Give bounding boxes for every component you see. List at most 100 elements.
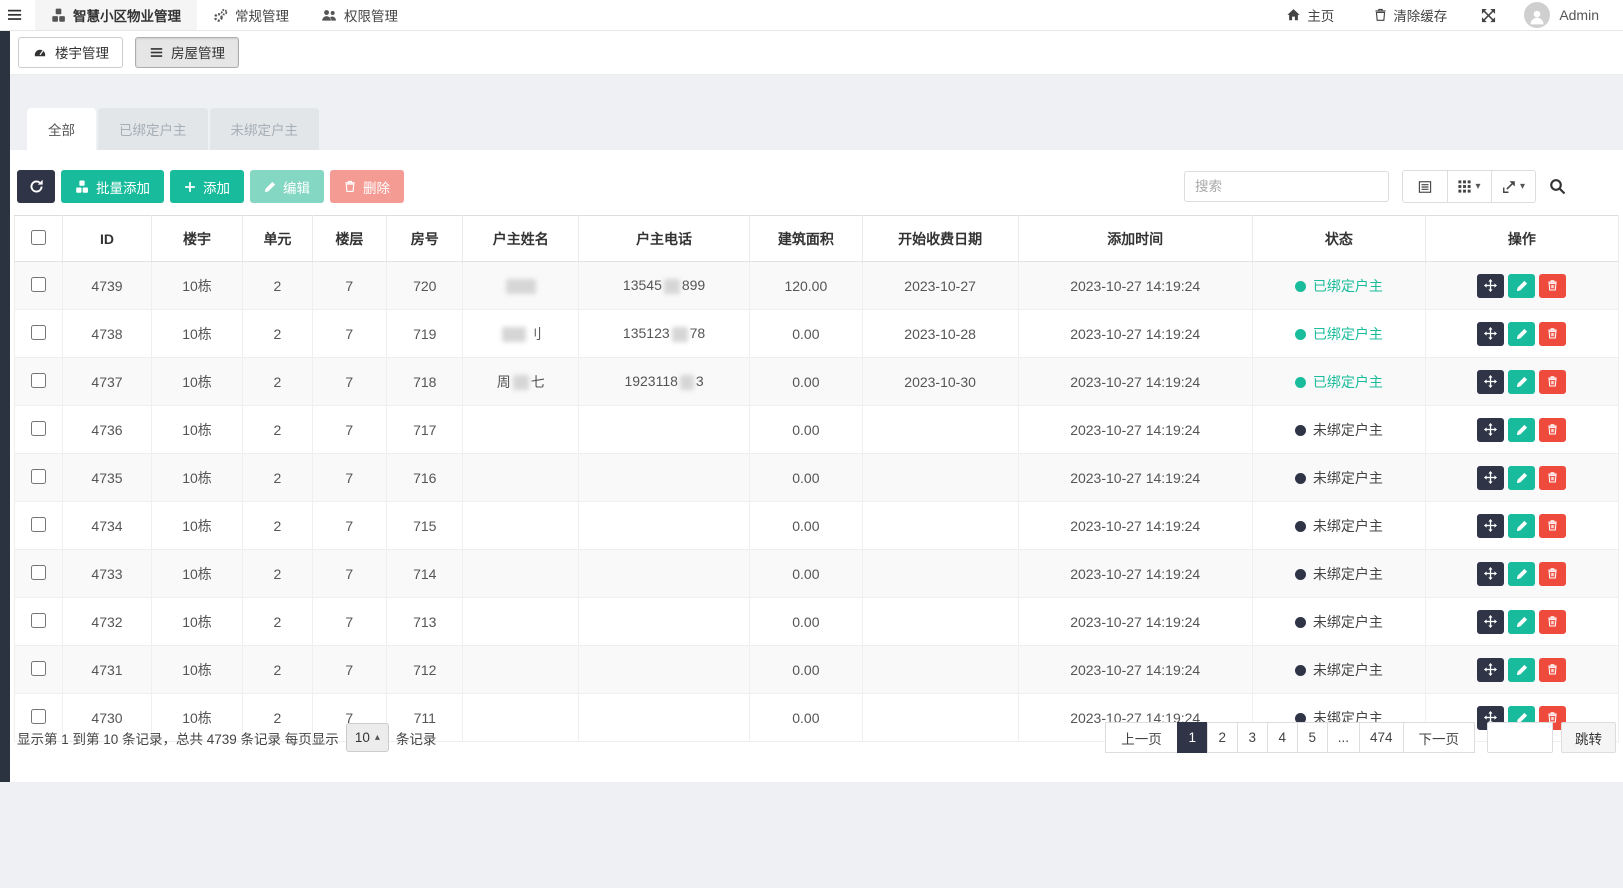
cell-unit: 2 (243, 358, 312, 406)
row-checkbox[interactable] (31, 373, 46, 388)
cell-actions (1425, 550, 1618, 598)
move-row-button[interactable] (1477, 274, 1504, 298)
cell-owner-phone: 13545899 (579, 262, 750, 310)
page-number-button[interactable]: 4 (1267, 722, 1298, 753)
move-row-button[interactable] (1477, 562, 1504, 586)
clear-cache-link[interactable]: 清除缓存 (1368, 4, 1453, 26)
cell-id: 4735 (63, 454, 151, 502)
cell-owner-name (463, 598, 579, 646)
search-input[interactable] (1184, 171, 1389, 202)
page-ellipsis-button[interactable]: ... (1327, 722, 1360, 753)
delete-row-button[interactable] (1539, 322, 1566, 346)
cell-floor: 7 (312, 358, 386, 406)
page-number-button[interactable]: 5 (1297, 722, 1328, 753)
table-row: 473610栋277170.002023-10-27 14:19:24未绑定户主 (15, 406, 1619, 454)
cell-added-time: 2023-10-27 14:19:24 (1018, 454, 1252, 502)
edit-row-button[interactable] (1508, 658, 1535, 682)
edit-row-button[interactable] (1508, 562, 1535, 586)
home-link[interactable]: 主页 (1280, 4, 1340, 26)
page-number-button[interactable]: 2 (1207, 722, 1238, 753)
detail-view-button[interactable] (1403, 171, 1447, 202)
batch-add-button[interactable]: 批量添加 (61, 170, 164, 203)
row-checkbox[interactable] (31, 421, 46, 436)
tab-bound-owner[interactable]: 已绑定户主 (98, 108, 208, 150)
column-header: 楼宇 (151, 216, 243, 262)
tab-all[interactable]: 全部 (27, 108, 96, 150)
row-checkbox[interactable] (31, 661, 46, 676)
delete-row-button[interactable] (1539, 658, 1566, 682)
delete-row-button[interactable] (1539, 370, 1566, 394)
search-submit-button[interactable] (1549, 178, 1566, 195)
cell-actions (1425, 262, 1618, 310)
column-header: 单元 (243, 216, 312, 262)
add-button[interactable]: 添加 (170, 170, 244, 203)
nav-general-management[interactable]: 常规管理 (197, 0, 305, 30)
edit-row-button[interactable] (1508, 466, 1535, 490)
row-select-cell (15, 310, 63, 358)
cell-status: 未绑定户主 (1252, 646, 1425, 694)
nav-brand[interactable]: 智慧小区物业管理 (35, 0, 197, 30)
fullscreen-button[interactable] (1481, 8, 1496, 23)
edit-row-button[interactable] (1508, 322, 1535, 346)
row-checkbox[interactable] (31, 517, 46, 532)
cell-id: 4731 (63, 646, 151, 694)
move-row-button[interactable] (1477, 610, 1504, 634)
nav-permission-management[interactable]: 权限管理 (305, 0, 414, 30)
cell-room: 715 (387, 502, 463, 550)
columns-toggle-button[interactable]: ▾ (1447, 171, 1491, 202)
redacted-blur (672, 327, 688, 342)
export-button[interactable]: ▾ (1491, 171, 1535, 202)
delete-row-button[interactable] (1539, 466, 1566, 490)
house-management-button[interactable]: 房屋管理 (135, 37, 239, 68)
next-page-button[interactable]: 下一页 (1403, 722, 1476, 753)
page-size-selector[interactable]: 10 ▴ (346, 723, 389, 752)
row-checkbox[interactable] (31, 565, 46, 580)
tab-unbound-owner[interactable]: 未绑定户主 (210, 108, 320, 150)
page-number-button[interactable]: 474 (1359, 722, 1404, 753)
edit-row-button[interactable] (1508, 370, 1535, 394)
edit-row-button[interactable] (1508, 514, 1535, 538)
collapsed-sidebar[interactable] (0, 30, 10, 782)
jump-button[interactable]: 跳转 (1561, 722, 1616, 753)
edit-row-button[interactable] (1508, 610, 1535, 634)
delete-button[interactable]: 删除 (330, 170, 404, 203)
cell-start-date (862, 502, 1018, 550)
move-row-button[interactable] (1477, 658, 1504, 682)
row-checkbox[interactable] (31, 613, 46, 628)
move-row-button[interactable] (1477, 322, 1504, 346)
cell-actions (1425, 406, 1618, 454)
edit-row-button[interactable] (1508, 418, 1535, 442)
expand-icon (1481, 8, 1496, 23)
column-header: 状态 (1252, 216, 1425, 262)
cell-actions (1425, 598, 1618, 646)
cell-owner-phone (579, 598, 750, 646)
move-row-button[interactable] (1477, 370, 1504, 394)
move-row-button[interactable] (1477, 466, 1504, 490)
delete-row-button[interactable] (1539, 514, 1566, 538)
delete-row-button[interactable] (1539, 274, 1566, 298)
menu-toggle-button[interactable] (5, 6, 25, 24)
delete-row-button[interactable] (1539, 562, 1566, 586)
move-row-button[interactable] (1477, 514, 1504, 538)
content-card: 批量添加 添加 编辑 删除 (10, 150, 1623, 782)
building-management-button[interactable]: 楼宇管理 (18, 37, 123, 68)
refresh-button[interactable] (17, 170, 55, 203)
edit-label: 编辑 (283, 177, 310, 197)
status-badge: 未绑定户主 (1313, 470, 1383, 486)
row-checkbox[interactable] (31, 325, 46, 340)
page-number-button[interactable]: 1 (1177, 722, 1208, 753)
select-all-checkbox[interactable] (31, 230, 46, 245)
jump-page-input[interactable] (1487, 722, 1553, 753)
delete-row-button[interactable] (1539, 610, 1566, 634)
cell-area: 0.00 (750, 454, 863, 502)
delete-row-button[interactable] (1539, 418, 1566, 442)
edit-row-button[interactable] (1508, 274, 1535, 298)
row-checkbox[interactable] (31, 469, 46, 484)
cell-area: 0.00 (750, 598, 863, 646)
edit-button[interactable]: 编辑 (250, 170, 324, 203)
prev-page-button[interactable]: 上一页 (1105, 722, 1178, 753)
user-menu[interactable]: Admin (1524, 2, 1599, 28)
row-checkbox[interactable] (31, 277, 46, 292)
move-row-button[interactable] (1477, 418, 1504, 442)
page-number-button[interactable]: 3 (1237, 722, 1268, 753)
